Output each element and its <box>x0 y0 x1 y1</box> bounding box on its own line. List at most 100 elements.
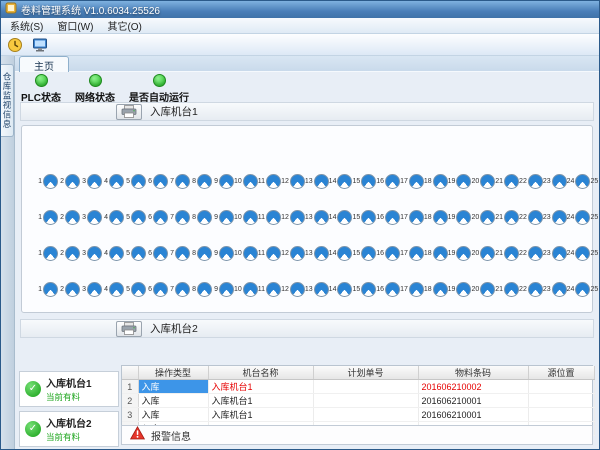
roll-slot-1-18[interactable]: 18 <box>424 174 448 189</box>
roll-slot-4-23[interactable]: 23 <box>543 282 567 297</box>
roll-slot-3-19[interactable]: 19 <box>448 246 472 261</box>
menu-window[interactable]: 窗口(W) <box>50 17 100 34</box>
roll-slot-3-2[interactable]: 2 <box>58 246 80 261</box>
roll-slot-2-2[interactable]: 2 <box>58 210 80 225</box>
roll-slot-2-9[interactable]: 9 <box>212 210 234 225</box>
roll-slot-4-9[interactable]: 9 <box>212 282 234 297</box>
monitor-tool-button[interactable] <box>29 35 51 54</box>
roll-slot-2-23[interactable]: 23 <box>543 210 567 225</box>
roll-slot-3-14[interactable]: 14 <box>329 246 353 261</box>
roll-slot-4-14[interactable]: 14 <box>329 282 353 297</box>
roll-slot-4-17[interactable]: 17 <box>400 282 424 297</box>
roll-slot-2-17[interactable]: 17 <box>400 210 424 225</box>
roll-slot-4-15[interactable]: 15 <box>352 282 376 297</box>
roll-slot-3-6[interactable]: 6 <box>146 246 168 261</box>
roll-slot-4-13[interactable]: 13 <box>305 282 329 297</box>
roll-slot-2-19[interactable]: 19 <box>448 210 472 225</box>
roll-slot-3-7[interactable]: 7 <box>168 246 190 261</box>
roll-slot-2-8[interactable]: 8 <box>190 210 212 225</box>
roll-slot-4-22[interactable]: 22 <box>519 282 543 297</box>
roll-slot-1-23[interactable]: 23 <box>543 174 567 189</box>
operation-row[interactable]: 3入库入库机台1201606210001 <box>122 408 594 422</box>
roll-slot-2-11[interactable]: 11 <box>258 210 281 225</box>
roll-slot-4-7[interactable]: 7 <box>168 282 190 297</box>
printer-button-machine2[interactable] <box>116 321 142 337</box>
roll-slot-1-19[interactable]: 19 <box>448 174 472 189</box>
roll-slot-4-11[interactable]: 11 <box>258 282 281 297</box>
roll-slot-4-4[interactable]: 4 <box>102 282 124 297</box>
roll-slot-1-2[interactable]: 2 <box>58 174 80 189</box>
roll-slot-3-13[interactable]: 13 <box>305 246 329 261</box>
roll-slot-2-12[interactable]: 12 <box>281 210 305 225</box>
printer-button-machine1[interactable] <box>116 104 142 120</box>
roll-slot-4-21[interactable]: 21 <box>495 282 519 297</box>
roll-slot-1-12[interactable]: 12 <box>281 174 305 189</box>
machine1-status-card[interactable]: ✓ 入库机台1 当前有料 <box>19 371 119 407</box>
roll-slot-1-4[interactable]: 4 <box>102 174 124 189</box>
roll-slot-1-20[interactable]: 20 <box>471 174 495 189</box>
roll-slot-3-3[interactable]: 3 <box>80 246 102 261</box>
roll-slot-3-1[interactable]: 1 <box>36 246 58 261</box>
roll-slot-4-1[interactable]: 1 <box>36 282 58 297</box>
roll-slot-4-25[interactable]: 25 <box>590 282 600 297</box>
roll-slot-1-1[interactable]: 1 <box>36 174 58 189</box>
roll-slot-4-6[interactable]: 6 <box>146 282 168 297</box>
roll-slot-3-10[interactable]: 10 <box>234 246 258 261</box>
menu-system[interactable]: 系统(S) <box>3 17 50 34</box>
roll-slot-2-18[interactable]: 18 <box>424 210 448 225</box>
roll-slot-4-2[interactable]: 2 <box>58 282 80 297</box>
roll-slot-2-6[interactable]: 6 <box>146 210 168 225</box>
roll-slot-2-20[interactable]: 20 <box>471 210 495 225</box>
roll-slot-3-17[interactable]: 17 <box>400 246 424 261</box>
roll-slot-3-16[interactable]: 16 <box>376 246 400 261</box>
roll-slot-1-25[interactable]: 25 <box>590 174 600 189</box>
roll-slot-3-18[interactable]: 18 <box>424 246 448 261</box>
roll-slot-2-1[interactable]: 1 <box>36 210 58 225</box>
operation-row[interactable]: 1入库入库机台1201606210002 <box>122 380 594 394</box>
roll-slot-2-5[interactable]: 5 <box>124 210 146 225</box>
roll-slot-3-22[interactable]: 22 <box>519 246 543 261</box>
roll-slot-4-18[interactable]: 18 <box>424 282 448 297</box>
roll-slot-4-10[interactable]: 10 <box>234 282 258 297</box>
roll-slot-1-8[interactable]: 8 <box>190 174 212 189</box>
roll-slot-2-4[interactable]: 4 <box>102 210 124 225</box>
roll-slot-2-22[interactable]: 22 <box>519 210 543 225</box>
history-tool-button[interactable] <box>4 35 26 54</box>
roll-slot-3-8[interactable]: 8 <box>190 246 212 261</box>
roll-slot-2-7[interactable]: 7 <box>168 210 190 225</box>
roll-slot-1-24[interactable]: 24 <box>567 174 591 189</box>
roll-slot-2-21[interactable]: 21 <box>495 210 519 225</box>
roll-slot-3-9[interactable]: 9 <box>212 246 234 261</box>
roll-slot-1-6[interactable]: 6 <box>146 174 168 189</box>
roll-slot-1-7[interactable]: 7 <box>168 174 190 189</box>
column-header[interactable]: 机台名称 <box>208 366 313 380</box>
roll-slot-2-10[interactable]: 10 <box>234 210 258 225</box>
title-bar[interactable]: 卷料管理系统 V1.0.6034.25526 <box>1 1 599 18</box>
roll-slot-2-16[interactable]: 16 <box>376 210 400 225</box>
roll-slot-3-4[interactable]: 4 <box>102 246 124 261</box>
roll-slot-1-10[interactable]: 10 <box>234 174 258 189</box>
roll-slot-1-11[interactable]: 11 <box>258 174 281 189</box>
roll-slot-2-14[interactable]: 14 <box>329 210 353 225</box>
roll-slot-4-8[interactable]: 8 <box>190 282 212 297</box>
roll-slot-3-20[interactable]: 20 <box>471 246 495 261</box>
roll-slot-2-13[interactable]: 13 <box>305 210 329 225</box>
roll-slot-3-15[interactable]: 15 <box>352 246 376 261</box>
roll-slot-1-13[interactable]: 13 <box>305 174 329 189</box>
roll-slot-1-15[interactable]: 15 <box>352 174 376 189</box>
roll-slot-3-23[interactable]: 23 <box>543 246 567 261</box>
roll-slot-1-14[interactable]: 14 <box>329 174 353 189</box>
roll-slot-1-16[interactable]: 16 <box>376 174 400 189</box>
roll-slot-4-24[interactable]: 24 <box>567 282 591 297</box>
roll-slot-3-12[interactable]: 12 <box>281 246 305 261</box>
roll-slot-1-9[interactable]: 9 <box>212 174 234 189</box>
column-header[interactable]: 物料条码 <box>418 366 528 380</box>
dock-tab-warehouse-monitor[interactable]: 仓库监视信息 <box>1 64 14 137</box>
roll-slot-1-3[interactable]: 3 <box>80 174 102 189</box>
roll-slot-1-5[interactable]: 5 <box>124 174 146 189</box>
roll-slot-2-25[interactable]: 25 <box>590 210 600 225</box>
roll-slot-4-3[interactable]: 3 <box>80 282 102 297</box>
roll-slot-1-17[interactable]: 17 <box>400 174 424 189</box>
machine2-status-card[interactable]: ✓ 入库机台2 当前有料 <box>19 411 119 447</box>
roll-slot-4-12[interactable]: 12 <box>281 282 305 297</box>
